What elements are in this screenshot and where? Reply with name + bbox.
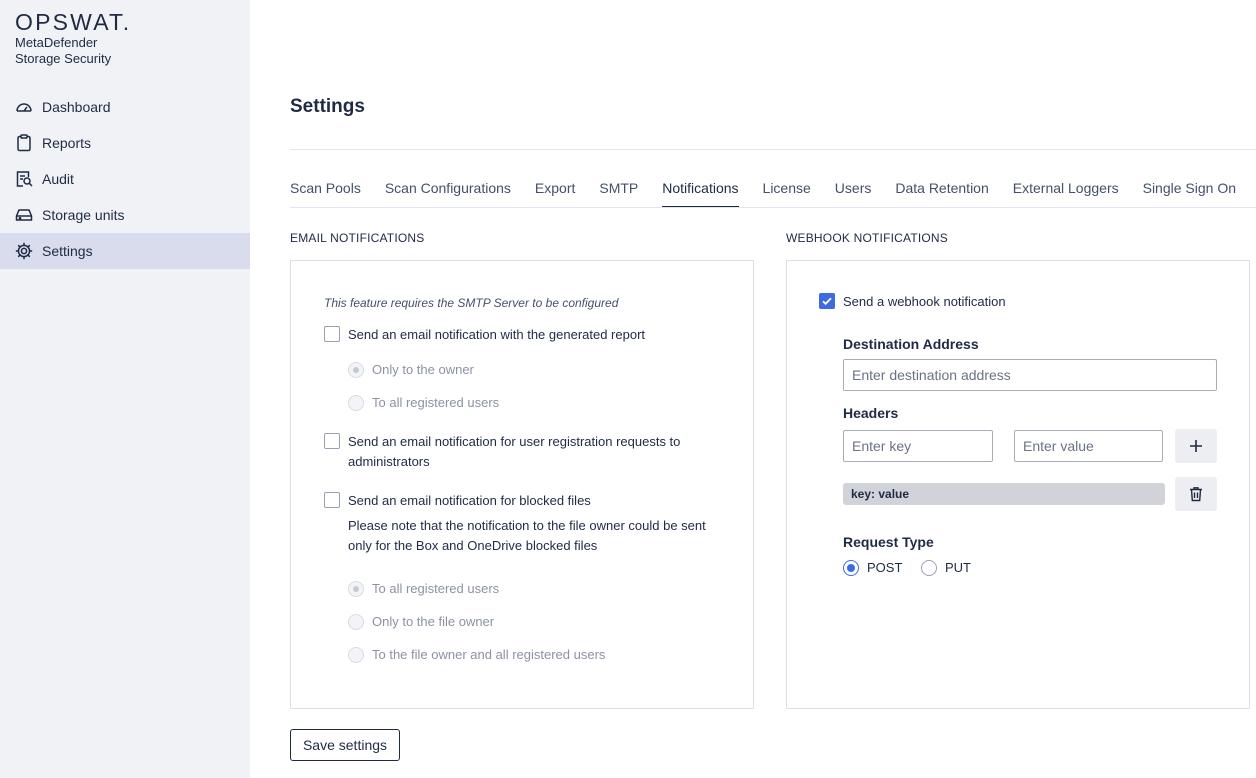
sidebar-item-dashboard[interactable]: Dashboard bbox=[0, 89, 250, 125]
blocked-owner-and-all-label: To the file owner and all registered use… bbox=[372, 647, 606, 662]
report-owner-label: Only to the owner bbox=[372, 362, 474, 377]
sidebar-item-reports[interactable]: Reports bbox=[0, 125, 250, 161]
sidebar-item-label: Storage units bbox=[42, 207, 125, 223]
sidebar-item-label: Audit bbox=[42, 171, 74, 187]
put-radio[interactable] bbox=[921, 560, 937, 576]
webhook-section-title: WEBHOOK NOTIFICATIONS bbox=[786, 231, 948, 245]
clipboard-icon bbox=[14, 133, 34, 153]
tab-scan-configurations[interactable]: Scan Configurations bbox=[385, 172, 511, 208]
tab-smtp[interactable]: SMTP bbox=[599, 172, 638, 208]
sidebar-item-storage-units[interactable]: Storage units bbox=[0, 197, 250, 233]
opswat-logo[interactable]: OPSWAT. bbox=[15, 9, 131, 36]
blocked-owner-label: Only to the file owner bbox=[372, 614, 495, 629]
destination-address-input[interactable] bbox=[843, 359, 1217, 391]
post-label: POST bbox=[867, 560, 903, 575]
blocked-owner-radio[interactable] bbox=[348, 614, 364, 630]
delete-header-button[interactable] bbox=[1175, 477, 1217, 511]
blocked-files-email-label[interactable]: Send an email notification for blocked f… bbox=[348, 491, 591, 511]
gear-icon bbox=[14, 241, 34, 261]
add-header-button[interactable] bbox=[1175, 429, 1217, 463]
headers-label: Headers bbox=[843, 405, 899, 421]
tab-data-retention[interactable]: Data Retention bbox=[895, 172, 988, 208]
header-tag: key: value bbox=[843, 483, 1165, 505]
product-name-line2: Storage Security bbox=[15, 51, 112, 66]
report-all-users-radio[interactable] bbox=[348, 395, 364, 411]
request-type-label: Request Type bbox=[843, 534, 934, 550]
report-all-users-label: To all registered users bbox=[372, 395, 500, 410]
sidebar: OPSWAT. MetaDefender Storage Security Da… bbox=[0, 0, 250, 778]
blocked-files-email-checkbox[interactable] bbox=[324, 492, 340, 508]
settings-tabs: Scan Pools Scan Configurations Export SM… bbox=[290, 172, 1256, 208]
drive-icon bbox=[14, 205, 34, 225]
blocked-owner-and-all-radio[interactable] bbox=[348, 647, 364, 663]
product-name: MetaDefender Storage Security bbox=[15, 35, 215, 67]
save-settings-button[interactable]: Save settings bbox=[290, 729, 400, 761]
put-label: PUT bbox=[945, 560, 971, 575]
tabs-divider bbox=[290, 207, 1256, 208]
page-title: Settings bbox=[290, 96, 365, 117]
email-notifications-panel: This feature requires the SMTP Server to… bbox=[290, 260, 754, 709]
report-email-checkbox[interactable] bbox=[324, 326, 340, 342]
header-value-input[interactable] bbox=[1014, 430, 1163, 462]
plus-icon bbox=[1190, 440, 1202, 452]
registration-email-label[interactable]: Send an email notification for user regi… bbox=[348, 432, 718, 472]
gauge-icon bbox=[14, 97, 34, 117]
trash-icon bbox=[1190, 487, 1202, 502]
report-email-label[interactable]: Send an email notification with the gene… bbox=[348, 325, 645, 345]
report-owner-radio[interactable] bbox=[348, 362, 364, 378]
tab-external-loggers[interactable]: External Loggers bbox=[1013, 172, 1119, 208]
header-key-input[interactable] bbox=[843, 430, 993, 462]
destination-address-label: Destination Address bbox=[843, 336, 979, 352]
tab-users[interactable]: Users bbox=[835, 172, 872, 208]
post-radio[interactable] bbox=[843, 560, 859, 576]
checkmark-icon bbox=[822, 297, 832, 306]
sidebar-item-label: Settings bbox=[42, 243, 93, 259]
tab-scan-pools[interactable]: Scan Pools bbox=[290, 172, 361, 208]
registration-email-checkbox[interactable] bbox=[324, 433, 340, 449]
tab-notifications[interactable]: Notifications bbox=[662, 172, 739, 208]
blocked-all-users-label: To all registered users bbox=[372, 581, 500, 596]
webhook-enable-checkbox[interactable] bbox=[819, 293, 835, 309]
sidebar-nav: Dashboard Reports Audit Storage units Se… bbox=[0, 89, 250, 269]
webhook-enable-label[interactable]: Send a webhook notification bbox=[843, 292, 1006, 312]
sidebar-item-label: Reports bbox=[42, 135, 92, 151]
blocked-all-users-radio[interactable] bbox=[348, 581, 364, 597]
webhook-notifications-panel: Send a webhook notification Destination … bbox=[786, 260, 1250, 709]
blocked-files-hint-line2: only for the Box and OneDrive blocked fi… bbox=[348, 538, 598, 553]
smtp-requirement-note: This feature requires the SMTP Server to… bbox=[324, 296, 619, 310]
sidebar-item-audit[interactable]: Audit bbox=[0, 161, 250, 197]
blocked-files-hint-line1: Please note that the notification to the… bbox=[348, 518, 706, 533]
audit-icon bbox=[14, 169, 34, 189]
blocked-files-hint: Please note that the notification to the… bbox=[348, 516, 728, 556]
tab-license[interactable]: License bbox=[763, 172, 811, 208]
sidebar-item-label: Dashboard bbox=[42, 99, 111, 115]
registration-email-label-line2: administrators bbox=[348, 454, 430, 469]
sidebar-item-settings[interactable]: Settings bbox=[0, 233, 250, 269]
divider bbox=[290, 149, 1256, 150]
tab-export[interactable]: Export bbox=[535, 172, 575, 208]
product-name-line1: MetaDefender bbox=[15, 35, 98, 50]
tab-single-sign-on[interactable]: Single Sign On bbox=[1143, 172, 1236, 208]
registration-email-label-line1: Send an email notification for user regi… bbox=[348, 434, 681, 449]
email-section-title: EMAIL NOTIFICATIONS bbox=[290, 231, 425, 245]
